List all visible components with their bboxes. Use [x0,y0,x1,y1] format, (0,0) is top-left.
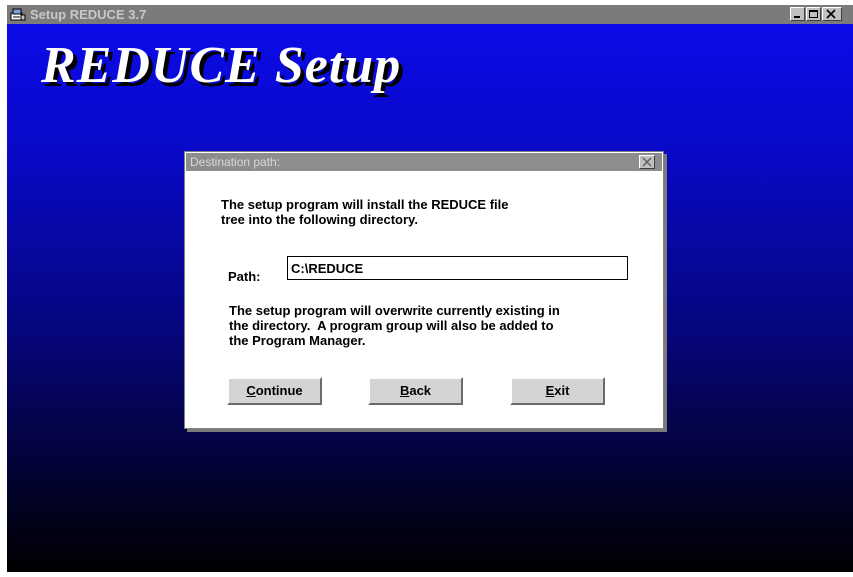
destination-path-dialog: Destination path: The setup program will… [184,151,664,429]
setup-app-icon[interactable] [10,7,26,22]
setup-window: Setup REDUCE 3.7 REDUCE Setup Destinatio… [7,5,853,572]
dialog-titlebar[interactable]: Destination path: [186,153,662,171]
warning-text: The setup program will overwrite current… [229,303,560,348]
dialog-close-button[interactable] [639,155,655,169]
window-title: Setup REDUCE 3.7 [30,7,147,22]
exit-label: xit [554,383,570,398]
exit-button[interactable]: Exit [510,377,605,405]
close-icon [642,157,652,167]
close-icon [826,9,836,19]
path-input[interactable] [287,256,628,280]
back-accelerator: B [399,383,410,398]
dialog-title: Destination path: [190,155,281,169]
back-button[interactable]: Back [368,377,463,405]
exit-accelerator: E [545,383,555,398]
continue-accelerator: C [246,383,256,398]
window-titlebar[interactable]: Setup REDUCE 3.7 [7,5,853,24]
minimize-icon [794,16,800,18]
minimize-button[interactable] [790,7,805,21]
maximize-button[interactable] [806,7,821,21]
close-button[interactable] [822,7,842,21]
path-label: Path: [228,269,261,284]
maximize-icon [809,10,818,18]
back-label: ack [409,383,432,398]
continue-label: ontinue [255,383,303,398]
continue-button[interactable]: Continue [227,377,322,405]
setup-background: REDUCE Setup Destination path: The setup… [7,24,853,572]
intro-text: The setup program will install the REDUC… [221,197,509,227]
setup-heading: REDUCE Setup [41,37,402,94]
